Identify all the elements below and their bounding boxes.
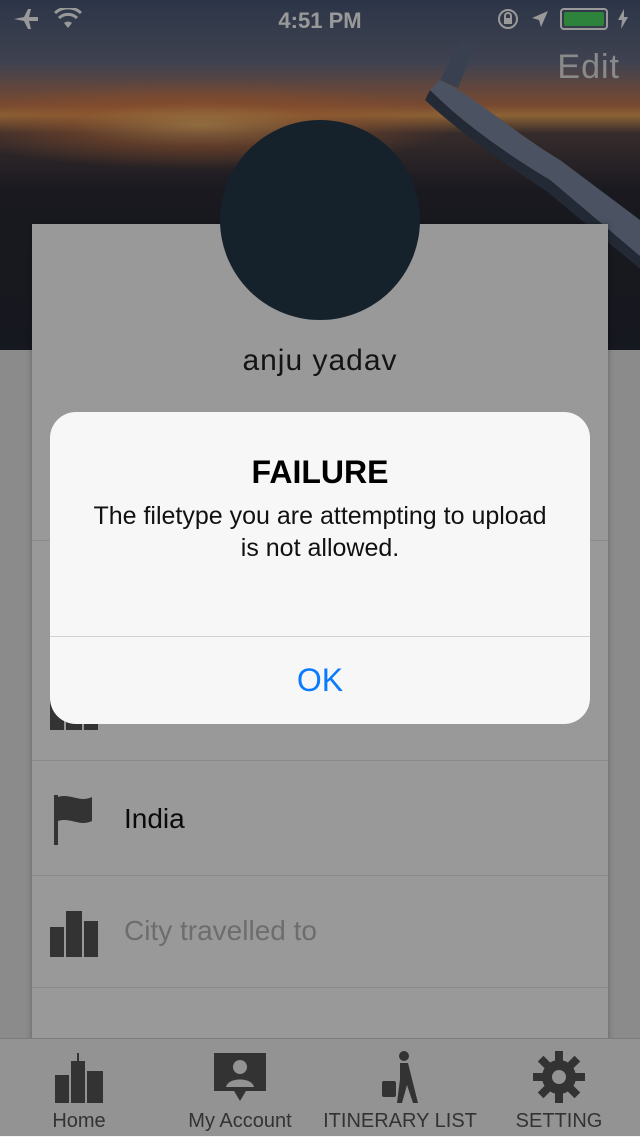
alert-message: The filetype you are attempting to uploa… (93, 502, 547, 562)
alert-title: FAILURE (251, 454, 389, 490)
alert-dialog: FAILURE The filetype you are attempting … (50, 412, 590, 724)
alert-ok-button[interactable]: OK (50, 637, 590, 724)
